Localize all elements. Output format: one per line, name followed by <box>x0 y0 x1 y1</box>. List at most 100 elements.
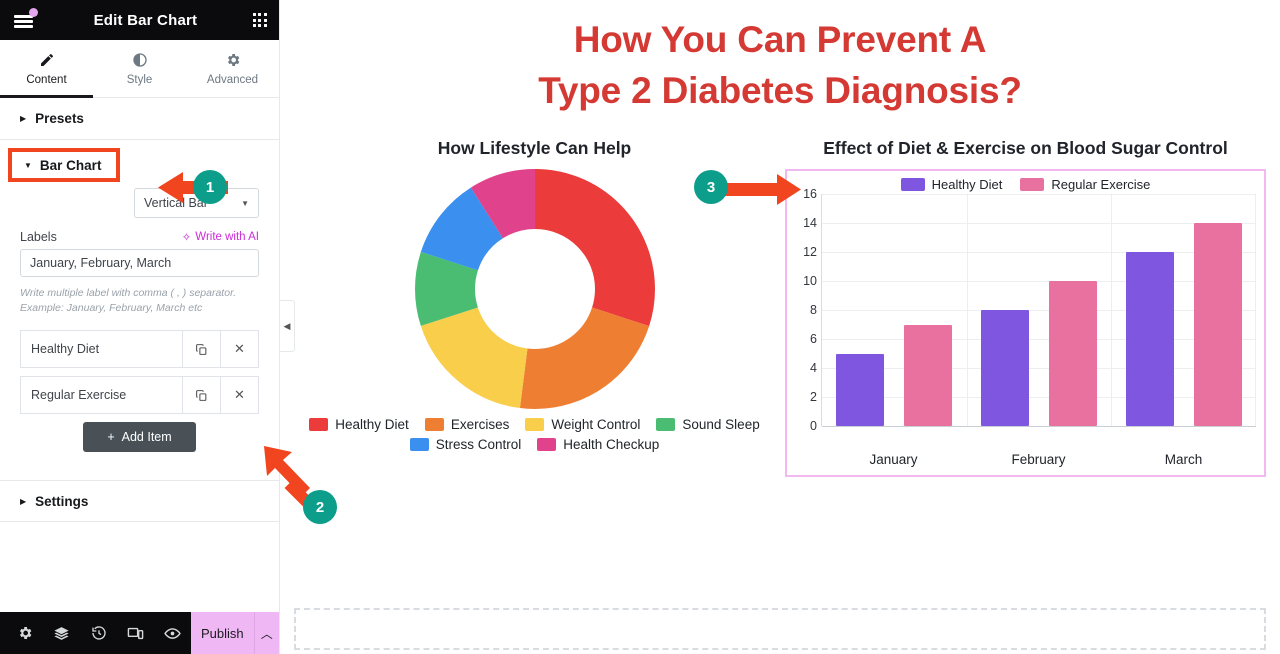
item-title: Healthy Diet <box>31 342 100 357</box>
y-tick: 12 <box>803 245 817 260</box>
y-tick: 14 <box>803 216 817 231</box>
sparkle-icon: ✧ <box>181 232 192 244</box>
y-tick: 4 <box>810 361 817 376</box>
donut-svg <box>414 169 655 410</box>
plus-icon: + <box>107 430 115 445</box>
publish-options-button[interactable]: ︿ <box>253 612 279 654</box>
legend-label: Healthy Diet <box>931 177 1003 193</box>
x-axis-labels: January February March <box>821 452 1256 467</box>
legend-item[interactable]: Healthy Diet <box>900 177 1003 193</box>
list-item[interactable]: Healthy Diet ✕ <box>20 330 259 369</box>
labels-hint-line1: Write multiple label with comma ( , ) se… <box>20 287 237 299</box>
repeater-items: Healthy Diet ✕ Regular Exercise ✕ + Add … <box>0 316 279 453</box>
close-icon[interactable]: ✕ <box>220 331 258 368</box>
item-title: Regular Exercise <box>31 388 127 403</box>
pencil-icon <box>39 51 55 68</box>
add-item-button[interactable]: + Add Item <box>83 422 196 453</box>
section-presets[interactable]: ▶ Presets <box>0 98 279 140</box>
bar-regular-exercise-january[interactable] <box>904 324 953 427</box>
add-item-label: Add Item <box>121 430 172 445</box>
y-tick: 6 <box>810 332 817 347</box>
legend-item[interactable]: Weight Control <box>525 417 640 432</box>
step-badge: 1 <box>193 170 227 204</box>
donut-legend: Healthy Diet Exercises Weight Control So… <box>305 417 765 452</box>
tab-style[interactable]: Style <box>93 40 186 97</box>
bar-chart-title: Effect of Diet & Exercise on Blood Sugar… <box>823 138 1228 159</box>
bar-healthy-diet-february[interactable] <box>981 310 1029 427</box>
history-icon[interactable] <box>80 612 117 654</box>
elementor-editor: Edit Bar Chart Content Style Advanced ▶ … <box>0 0 1280 654</box>
labels-hint-line2: Example: January, February, March etc <box>20 302 203 315</box>
copy-icon[interactable] <box>182 377 220 414</box>
hamburger-icon[interactable] <box>12 7 38 33</box>
chevron-down-icon: ▼ <box>24 160 32 170</box>
bar-regular-exercise-march[interactable] <box>1193 223 1242 427</box>
callout-1-badge: 1 <box>193 170 227 204</box>
page-title: How You Can Prevent A Type 2 Diabetes Di… <box>280 0 1280 116</box>
bar-groups <box>822 194 1256 427</box>
legend-item[interactable]: Health Checkup <box>537 437 659 452</box>
bar-group-february <box>967 194 1112 427</box>
bar-chart-widget[interactable]: Effect of Diet & Exercise on Blood Sugar… <box>785 138 1266 478</box>
panel-title: Edit Bar Chart <box>93 11 198 29</box>
panel-header: Edit Bar Chart <box>0 0 279 40</box>
section-bar-chart-label: Bar Chart <box>39 157 102 173</box>
section-presets-label: Presets <box>35 111 84 126</box>
publish-button[interactable]: Publish <box>191 612 254 654</box>
bar-healthy-diet-january[interactable] <box>836 353 885 427</box>
copy-icon[interactable] <box>182 331 220 368</box>
bar-chart-selection-box[interactable]: Healthy Diet Regular Exercise 16 14 12 1 <box>785 169 1266 478</box>
legend-item[interactable]: Stress Control <box>409 437 522 453</box>
legend-label: Sound Sleep <box>682 417 760 433</box>
legend-label: Exercises <box>450 417 510 433</box>
list-item[interactable]: Regular Exercise ✕ <box>20 376 259 415</box>
editor-panel: Edit Bar Chart Content Style Advanced ▶ … <box>0 0 280 654</box>
section-settings[interactable]: ▶ Settings <box>0 480 279 523</box>
legend-item[interactable]: Regular Exercise <box>1020 177 1150 192</box>
gear-icon <box>225 51 241 68</box>
close-icon[interactable]: ✕ <box>220 377 258 414</box>
legend-label: Weight Control <box>551 417 641 433</box>
panel-collapse-handle[interactable]: ◀ <box>280 300 295 352</box>
section-bar-chart[interactable]: ▼ Bar Chart <box>8 148 120 182</box>
legend-item[interactable]: Healthy Diet <box>309 417 409 432</box>
chevron-right-icon: ▶ <box>20 496 27 506</box>
preview-eye-icon[interactable] <box>154 612 191 654</box>
callout-2-badge: 2 <box>303 490 337 524</box>
tab-advanced-label: Advanced <box>206 74 259 86</box>
tab-content[interactable]: Content <box>0 40 93 98</box>
y-tick: 8 <box>810 303 817 318</box>
responsive-icon[interactable] <box>117 612 154 654</box>
drop-zone[interactable] <box>294 608 1266 650</box>
labels-input-value: January, February, March <box>30 256 172 270</box>
legend-item[interactable]: Sound Sleep <box>656 417 760 433</box>
layers-icon[interactable] <box>43 612 80 654</box>
publish-label: Publish <box>200 625 244 641</box>
legend-label: Stress Control <box>435 437 522 453</box>
plot-area <box>821 194 1256 428</box>
footer-icon-group <box>0 612 191 654</box>
arrow-right-icon <box>722 174 801 205</box>
y-tick: 2 <box>810 390 817 405</box>
legend-swatch <box>537 438 557 452</box>
legend-item[interactable]: Exercises <box>424 417 510 433</box>
notification-dot-icon <box>29 8 38 17</box>
section-settings-label: Settings <box>35 493 89 509</box>
legend-swatch <box>309 418 329 432</box>
labels-field-label: Labels <box>20 230 57 244</box>
write-with-ai-link[interactable]: ✧ Write with AI <box>182 230 259 244</box>
labels-row: Labels ✧ Write with AI <box>0 218 279 249</box>
gear-icon[interactable] <box>6 612 43 654</box>
panel-footer: Publish ︿ <box>0 612 279 654</box>
bar-regular-exercise-february[interactable] <box>1049 281 1097 427</box>
x-tick: March <box>1164 452 1203 468</box>
bar-group-january <box>822 194 967 427</box>
labels-input[interactable]: January, February, March <box>20 249 259 277</box>
bar-chart-plot: 16 14 12 10 8 6 4 2 0 <box>795 187 1256 444</box>
apps-grid-icon[interactable] <box>252 12 267 28</box>
tab-advanced[interactable]: Advanced <box>186 40 279 97</box>
bar-chart-legend: Healthy Diet Regular Exercise <box>795 177 1256 192</box>
bar-healthy-diet-march[interactable] <box>1125 252 1174 427</box>
bar-group-march <box>1111 194 1256 427</box>
panel-tabs: Content Style Advanced <box>0 40 279 98</box>
